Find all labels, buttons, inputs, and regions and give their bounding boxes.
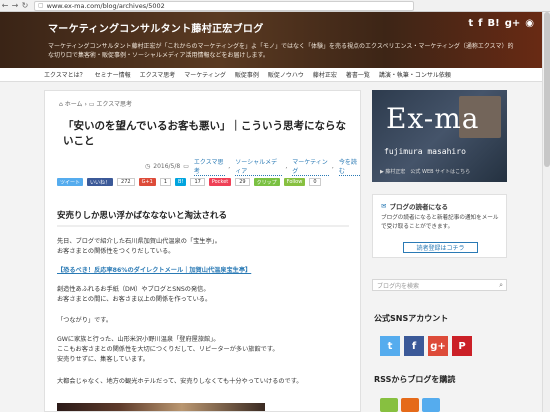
folder-icon: ▭ bbox=[183, 163, 189, 170]
hatena-button[interactable]: B! bbox=[175, 178, 187, 186]
browser-toolbar: ← → ↻ ▢ www.ex-ma.com/blog/archives/5002 bbox=[0, 0, 550, 12]
page-icon: ▢ bbox=[38, 2, 44, 9]
paragraph: 「つながり」です。 bbox=[57, 316, 349, 326]
gplus-count: 1 bbox=[159, 178, 172, 186]
scrollbar[interactable] bbox=[542, 12, 550, 412]
banner-name: fujimura masahiro bbox=[384, 147, 466, 156]
folder-icon: ▭ bbox=[88, 101, 95, 108]
sns-heading: 公式SNSアカウント bbox=[374, 314, 449, 323]
post-meta: ◷ 2016/5/8 ▭ エクスマ思考 , ソーシャルメディア , マーケティン… bbox=[145, 157, 360, 176]
tag-link[interactable]: マーケティング bbox=[292, 157, 329, 176]
mail-icon: ✉ bbox=[381, 202, 387, 210]
post-title: 「安いのを望んでいるお客も悪い」｜こういう思考にならないこと bbox=[63, 120, 346, 147]
feedly-icon[interactable] bbox=[380, 398, 398, 412]
text-line: GWに家族と行った、山形米沢小野川温泉「登府屋旅館」。 bbox=[57, 336, 220, 343]
post-date: 2016/5/8 bbox=[153, 163, 181, 170]
text-line: ここもお客さまとの関係性を大切につくりだして、リピーターが多い旅館です。 bbox=[57, 346, 279, 353]
chevron-right-icon: › bbox=[84, 101, 87, 108]
header-social-icons: t f B! g+ ◉ bbox=[468, 18, 534, 29]
reader-title: ✉ ブログの読者になる bbox=[381, 201, 448, 211]
nav-item-exma-thinking[interactable]: エクスマ思考 bbox=[140, 70, 176, 79]
nav-item-about[interactable]: エクスマとは？ bbox=[44, 70, 86, 79]
site-description: マーケティングコンサルタント藤村正宏が「これからのマーケティングを」よ「モノ」で… bbox=[48, 43, 514, 59]
back-icon[interactable]: ← bbox=[0, 1, 10, 10]
site-title[interactable]: マーケティングコンサルタント藤村正宏ブログ bbox=[48, 20, 264, 35]
clip-button[interactable]: クリップ bbox=[253, 178, 280, 186]
rss-icon[interactable]: ◉ bbox=[525, 18, 534, 29]
google-plus-icon[interactable]: g+ bbox=[428, 336, 448, 356]
reader-title-text: ブログの読者になる bbox=[389, 203, 448, 211]
pocket-count: 29 bbox=[235, 178, 250, 186]
rss-icon[interactable] bbox=[401, 398, 419, 412]
nav-item-marketing[interactable]: マーケティング bbox=[184, 70, 226, 79]
breadcrumb: ⌂ ホーム › ▭ エクスマ思考 bbox=[59, 99, 132, 108]
scrollbar-thumb[interactable] bbox=[544, 12, 550, 167]
reload-icon[interactable]: ↻ bbox=[20, 1, 30, 10]
twitter-icon[interactable]: t bbox=[380, 336, 400, 356]
facebook-icon[interactable]: f bbox=[478, 18, 482, 29]
home-icon: ⌂ bbox=[59, 101, 63, 108]
tweet-button[interactable]: ツイート bbox=[57, 178, 84, 186]
share-buttons: ツイート いいね！ 272 G+1 1 B! 17 Pocket 29 クリップ… bbox=[57, 178, 321, 186]
blog-reader-widget: ✉ ブログの読者になる ブログの読者になると新着記事の通知をメールで受け取ること… bbox=[372, 194, 507, 258]
banner-title: Ex-ma bbox=[386, 102, 480, 135]
nav-item-requests[interactable]: 講演・執筆・コンサル依頼 bbox=[379, 70, 451, 79]
global-nav: エクスマとは？ セミナー情報 エクスマ思考 マーケティング 販促事例 販促ノウハ… bbox=[0, 68, 550, 82]
tag-link[interactable]: エクスマ思考 bbox=[193, 157, 226, 176]
nav-item-case-studies[interactable]: 販促事例 bbox=[235, 70, 259, 79]
feedly-follow-button[interactable]: Follow bbox=[283, 178, 306, 186]
follow-count: 0 bbox=[309, 178, 321, 186]
article-photo bbox=[57, 403, 265, 411]
rss-heading: RSSからブログを購読 bbox=[374, 375, 456, 384]
article-link[interactable]: 【恐るべき！反応率86%のダイレクトメール｜加賀山代温泉宝生亭】 bbox=[57, 265, 307, 274]
rss-buttons bbox=[380, 398, 440, 412]
site-header: マーケティングコンサルタント藤村正宏ブログ マーケティングコンサルタント藤村正宏… bbox=[0, 12, 550, 68]
clock-icon: ◷ bbox=[145, 163, 151, 170]
nav-item-fujimura[interactable]: 藤村正宏 bbox=[313, 70, 337, 79]
pinterest-icon[interactable]: P bbox=[452, 336, 472, 356]
google-plus-icon[interactable]: g+ bbox=[505, 18, 521, 29]
section-heading: 安売りしか思い浮かばななないと淘汰される bbox=[57, 209, 349, 227]
inoreader-icon[interactable] bbox=[422, 398, 440, 412]
text-line: 創造性あふれるお手紙（DM）やブログとSNSの発信。 bbox=[57, 286, 210, 293]
search-icon[interactable]: ⌕ bbox=[499, 281, 503, 290]
twitter-icon[interactable]: t bbox=[468, 18, 473, 29]
reader-description: ブログの読者になると新着記事の通知をメールで受け取ることができます。 bbox=[381, 215, 499, 230]
blog-search-input[interactable]: ブログ内を検索 ⌕ bbox=[372, 279, 507, 291]
pocket-button[interactable]: Pocket bbox=[208, 178, 232, 186]
text-line: 大都会じゃなく、地方の観光ホテルだって、安売りしなくても十分やっていけるのです。 bbox=[57, 378, 303, 385]
facebook-icon[interactable]: f bbox=[404, 336, 424, 356]
paragraph: 創造性あふれるお手紙（DM）やブログとSNSの発信。 お客さまとの間に、お客さま… bbox=[57, 285, 349, 305]
gplus-button[interactable]: G+1 bbox=[138, 178, 156, 186]
text-line: 安売りせずに、集客しています。 bbox=[57, 356, 149, 363]
breadcrumb-category[interactable]: エクスマ思考 bbox=[96, 101, 132, 108]
subscribe-button[interactable]: 読者登録はコチラ bbox=[403, 242, 478, 253]
hatena-count: 17 bbox=[190, 178, 205, 186]
search-placeholder: ブログ内を検索 bbox=[377, 282, 420, 290]
article-card: ⌂ ホーム › ▭ エクスマ思考 「安いのを望んでいるお客も悪い」｜こういう思考… bbox=[44, 90, 361, 412]
exma-banner[interactable]: Ex-ma fujimura masahiro ▶ 藤村正宏 公式 WEB サイ… bbox=[372, 90, 507, 182]
nav-item-seminar[interactable]: セミナー情報 bbox=[95, 70, 131, 79]
hatena-bookmark-icon[interactable]: B! bbox=[488, 18, 500, 29]
paragraph: 先日、ブログで紹介した石川県加賀山代温泉の「宝生亭」。 お客さまとの関係性をつく… bbox=[57, 237, 349, 257]
text-line: 先日、ブログで紹介した石川県加賀山代温泉の「宝生亭」。 bbox=[57, 238, 221, 245]
nav-item-books[interactable]: 著書一覧 bbox=[346, 70, 370, 79]
tag-link[interactable]: 今を読む bbox=[338, 157, 360, 176]
address-bar[interactable]: ▢ www.ex-ma.com/blog/archives/5002 bbox=[34, 0, 414, 11]
tag-link[interactable]: ソーシャルメディア bbox=[235, 157, 283, 176]
facebook-like-button[interactable]: いいね！ bbox=[87, 178, 114, 186]
paragraph: GWに家族と行った、山形米沢小野川温泉「登府屋旅館」。 ここもお客さまとの関係性… bbox=[57, 335, 349, 365]
nav-item-knowhow[interactable]: 販促ノウハウ bbox=[268, 70, 304, 79]
text-line: お客さまとの関係性をつくりだしている。 bbox=[57, 248, 175, 255]
breadcrumb-home[interactable]: ホーム bbox=[65, 101, 83, 108]
text-line: 「つながり」です。 bbox=[57, 317, 113, 324]
text-line: お客さまとの間に、お客さま以上の関係を作っている。 bbox=[57, 296, 212, 303]
url-text: www.ex-ma.com/blog/archives/5002 bbox=[46, 1, 165, 10]
paragraph: 大都会じゃなく、地方の観光ホテルだって、安売りしなくても十分やっていけるのです。 bbox=[57, 377, 349, 387]
sns-icons: t f g+ P bbox=[380, 336, 472, 356]
like-count: 272 bbox=[117, 178, 135, 186]
forward-icon[interactable]: → bbox=[10, 1, 20, 10]
banner-caption: ▶ 藤村正宏 公式 WEB サイトはこちら bbox=[380, 169, 471, 175]
